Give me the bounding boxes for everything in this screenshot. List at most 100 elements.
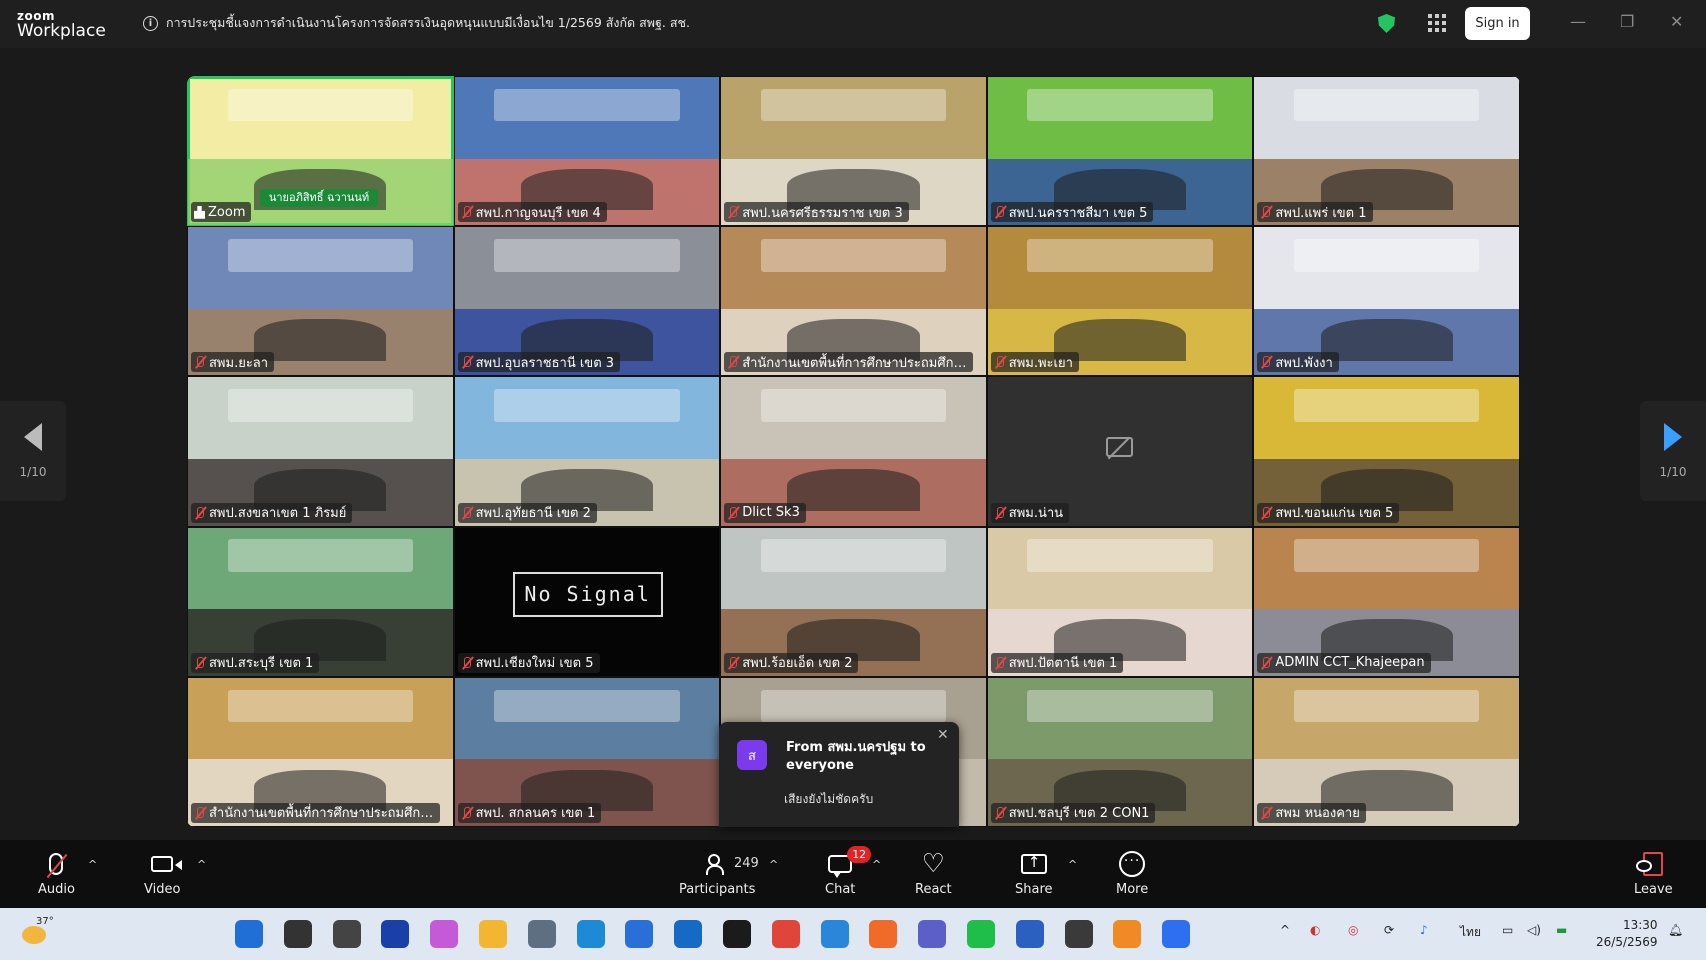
- video-tile[interactable]: สพป.ขอนแก่น เขต 5: [1253, 376, 1520, 527]
- taskbar-app-settings-icon[interactable]: [527, 920, 556, 948]
- video-tile[interactable]: นายอภิสิทธิ์ ฉวานนท์ Zoom: [187, 76, 454, 227]
- room-backdrop: [760, 389, 947, 422]
- security-shield-icon[interactable]: [1378, 14, 1395, 33]
- meeting-toolbar: Audio ^ Video ^ Participants 249 ^ 12 Ch…: [0, 840, 1706, 908]
- taskbar-app-store-icon[interactable]: [625, 920, 654, 948]
- taskbar-app-search-icon[interactable]: [283, 920, 312, 948]
- taskbar-app-outlook-icon[interactable]: [674, 920, 703, 948]
- minimize-button[interactable]: —: [1570, 12, 1586, 31]
- video-tile[interactable]: สพป. สกลนคร เขต 1: [453, 676, 721, 827]
- taskbar-app-task-view-icon[interactable]: [332, 920, 361, 948]
- video-tile[interactable]: สพป.กาญจนบุรี เขต 4: [453, 76, 721, 227]
- tray-icon-1[interactable]: ◐: [1310, 923, 1320, 937]
- video-tile[interactable]: สพป.พังงา: [1253, 226, 1520, 377]
- language-indicator[interactable]: ไทย: [1460, 923, 1481, 942]
- network-icon[interactable]: ▭: [1502, 923, 1513, 937]
- apps-grid-icon[interactable]: [1428, 14, 1446, 32]
- taskbar-app-dropbox-icon[interactable]: [723, 920, 751, 948]
- share-options-caret[interactable]: ^: [1068, 858, 1077, 871]
- video-tile[interactable]: สพม.พะเยา: [986, 226, 1254, 377]
- room-backdrop: [1294, 239, 1480, 272]
- weather-widget[interactable]: 37°: [22, 916, 56, 950]
- next-page-button[interactable]: 1/10: [1640, 401, 1706, 501]
- participant-name: สำนักงานเขตพื้นที่การศึกษาประถมศึกษา ฉ..…: [742, 355, 967, 371]
- video-tile[interactable]: Dlict Sk3: [720, 376, 987, 527]
- taskbar-app-line-icon[interactable]: [967, 920, 995, 948]
- participant-nameplate: Dlict Sk3: [724, 502, 806, 523]
- video-tile[interactable]: สพป.ร้อยเอ็ด เขต 2: [720, 526, 987, 677]
- gallery-grid: นายอภิสิทธิ์ ฉวานนท์ Zoom สพป.กาญจนบุรี เข…: [187, 76, 1520, 827]
- video-tile[interactable]: สำนักงานเขตพื้นที่การศึกษาประถมศึกษา ฉ..…: [720, 226, 987, 377]
- taskbar-app-app-orange-icon[interactable]: [1113, 920, 1142, 948]
- microphone-tray-icon[interactable]: ♪: [1420, 923, 1428, 937]
- show-hidden-icons-chevron[interactable]: ^: [1280, 923, 1290, 937]
- taskbar-app-file-explorer-icon[interactable]: [479, 920, 507, 948]
- taskbar-app-edge-icon[interactable]: [576, 920, 605, 948]
- participants-options-caret[interactable]: ^: [769, 858, 778, 871]
- sender-avatar: ส: [737, 740, 767, 770]
- sign-in-button[interactable]: Sign in: [1465, 7, 1530, 40]
- audio-options-caret[interactable]: ^: [88, 858, 97, 871]
- taskbar-app-clock-app-icon[interactable]: [820, 920, 849, 948]
- participant-nameplate: สพป. สกลนคร เขต 1: [457, 802, 602, 823]
- chat-options-caret[interactable]: ^: [872, 858, 881, 871]
- battery-icon[interactable]: ▬: [1556, 923, 1567, 937]
- participants-count: 249: [734, 856, 759, 871]
- room-backdrop: [1294, 389, 1480, 422]
- taskbar-app-zoom-icon[interactable]: [1162, 920, 1191, 948]
- info-icon[interactable]: i: [143, 15, 158, 31]
- video-tile[interactable]: สพป.ชลบุรี เขต 2 CON1: [986, 676, 1254, 827]
- video-tile[interactable]: สพป.แพร่ เขต 1: [1253, 76, 1520, 227]
- share-button[interactable]: Share: [1015, 850, 1053, 897]
- room-backdrop: [1294, 539, 1480, 572]
- video-tile[interactable]: No Signal สพป.เชียงใหม่ เขต 5: [453, 526, 721, 677]
- video-tile[interactable]: สพป.สระบุรี เขต 1: [187, 526, 454, 677]
- video-tile[interactable]: สำนักงานเขตพื้นที่การศึกษาประถมศึกษา ป..…: [187, 676, 454, 827]
- video-options-caret[interactable]: ^: [197, 858, 206, 871]
- clock-date: 26/5/2569: [1596, 935, 1658, 949]
- participant-nameplate: สพป.สระบุรี เขต 1: [191, 652, 320, 673]
- mic-muted-icon: [461, 806, 473, 820]
- taskbar-app-copilot-icon[interactable]: [430, 920, 459, 948]
- tray-icon-3[interactable]: ⟳: [1384, 923, 1394, 937]
- video-tile[interactable]: สพม หนองคาย: [1253, 676, 1520, 827]
- video-tile[interactable]: สพป.อุบลราชธานี เขต 3: [453, 226, 721, 377]
- video-tile[interactable]: สพป.นครศรีธรรมราช เขต 3: [720, 76, 987, 227]
- participant-name: สพป.ขอนแก่น เขต 5: [1275, 506, 1394, 522]
- notification-bell-icon[interactable]: 🔔︎: [1668, 923, 1683, 937]
- tray-icon-2[interactable]: ◎: [1348, 923, 1358, 937]
- taskbar-app-start-icon[interactable]: [235, 920, 263, 948]
- video-tile[interactable]: สพป.ปัตตานี เขต 1: [986, 526, 1254, 677]
- room-backdrop: [494, 389, 680, 422]
- taskbar-app-word-icon[interactable]: [1015, 920, 1044, 948]
- chat-button[interactable]: 12 Chat: [825, 846, 872, 897]
- video-button[interactable]: Video: [144, 850, 183, 897]
- video-tile[interactable]: สพป.อุทัยธานี เขต 2: [453, 376, 721, 527]
- video-tile[interactable]: สพม.น่าน: [986, 376, 1254, 527]
- more-button[interactable]: ··· More: [1116, 850, 1148, 897]
- close-icon[interactable]: ✕: [937, 727, 949, 743]
- restore-button[interactable]: ❐: [1620, 12, 1634, 31]
- taskbar-app-app-red-icon[interactable]: [1064, 920, 1093, 948]
- mic-muted-icon: [194, 656, 206, 670]
- audio-button[interactable]: Audio: [38, 850, 75, 897]
- video-tile[interactable]: สพป.สงขลาเขต 1 ภิรมย์: [187, 376, 454, 527]
- participant-nameplate: สพม หนองคาย: [1257, 802, 1366, 823]
- meeting-info[interactable]: i การประชุมชี้แจงการดำเนินงานโครงการจัดส…: [143, 13, 690, 33]
- system-clock[interactable]: 13:30 26/5/2569: [1596, 917, 1658, 951]
- video-tile[interactable]: สพป.นครราชสีมา เขต 5: [986, 76, 1254, 227]
- chat-notification[interactable]: ส From สพม.นครปฐม to everyone เสียงยังไม…: [719, 722, 959, 827]
- taskbar-app-app-w-icon[interactable]: [381, 920, 410, 948]
- video-tile[interactable]: สพม.ยะลา: [187, 226, 454, 377]
- video-tile[interactable]: ADMIN CCT_Khajeepan: [1253, 526, 1520, 677]
- taskbar-app-firefox-icon[interactable]: [869, 920, 898, 948]
- room-backdrop: [494, 239, 680, 272]
- taskbar-app-teams-icon[interactable]: [918, 920, 947, 948]
- meeting-title: การประชุมชี้แจงการดำเนินงานโครงการจัดสรร…: [166, 15, 690, 30]
- previous-page-button[interactable]: 1/10: [0, 401, 66, 501]
- react-button[interactable]: ♡ React: [915, 850, 952, 897]
- volume-icon[interactable]: ◁): [1527, 923, 1541, 937]
- taskbar-app-chrome-icon[interactable]: [771, 920, 800, 948]
- close-button[interactable]: ✕: [1670, 12, 1683, 31]
- leave-button[interactable]: Leave: [1634, 850, 1673, 897]
